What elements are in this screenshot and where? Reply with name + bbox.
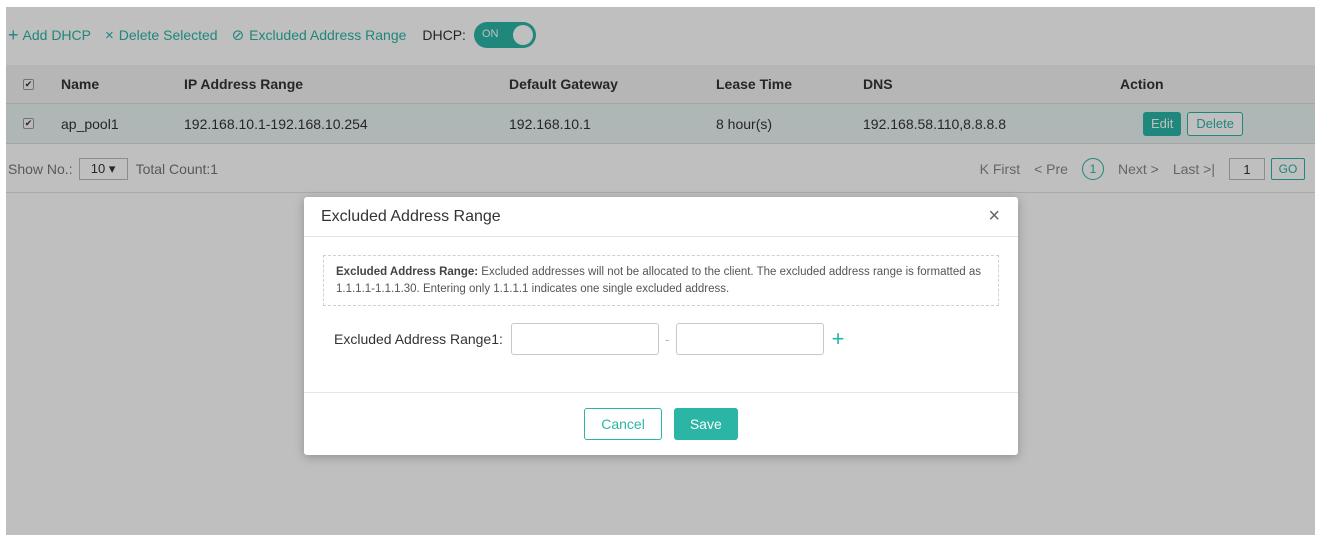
range-label: Excluded Address Range1: xyxy=(334,331,503,347)
range-dash: - xyxy=(664,331,670,347)
dhcp-page: + Add DHCP × Delete Selected ⊘ Excluded … xyxy=(6,7,1315,535)
range-form-row: Excluded Address Range1: - + xyxy=(334,323,844,355)
close-icon[interactable]: × xyxy=(988,206,1000,226)
info-tip: Excluded Address Range: Excluded address… xyxy=(323,255,999,306)
dialog-body: Excluded Address Range: Excluded address… xyxy=(304,237,1018,393)
save-button[interactable]: Save xyxy=(673,408,738,440)
dialog-title: Excluded Address Range xyxy=(321,207,501,225)
range-start-input[interactable] xyxy=(510,323,659,355)
dialog-footer: Cancel Save xyxy=(304,393,1018,455)
add-range-icon[interactable]: + xyxy=(832,328,845,350)
excluded-range-dialog: Excluded Address Range × Excluded Addres… xyxy=(304,197,1018,455)
dialog-header: Excluded Address Range × xyxy=(304,197,1018,237)
cancel-button[interactable]: Cancel xyxy=(584,408,662,440)
tip-title: Excluded Address Range: xyxy=(336,266,479,278)
range-end-input[interactable] xyxy=(675,323,824,355)
